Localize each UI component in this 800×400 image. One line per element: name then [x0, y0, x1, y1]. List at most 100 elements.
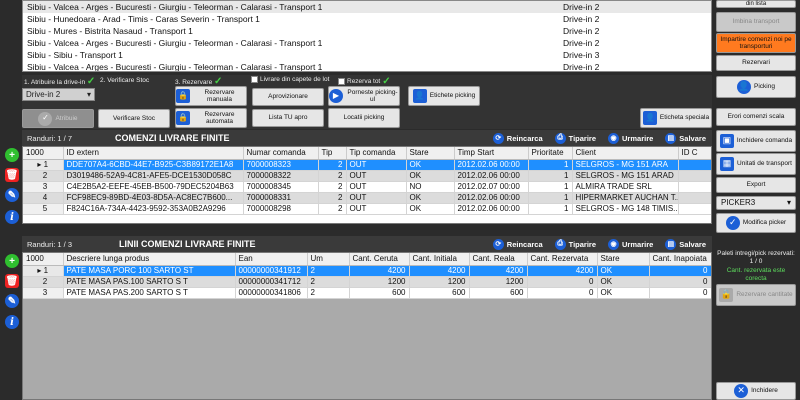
inchidere-comanda-label: Inchidere comanda [736, 137, 793, 145]
table-row[interactable]: 2 PATE MASA PAS.100 SARTO S T 000000003417… [23, 276, 711, 288]
column-header[interactable]: Descriere lunga produs [63, 253, 236, 266]
column-header[interactable]: Cant. Rezervata [527, 253, 598, 266]
edit-line-icon[interactable]: ✎ [5, 294, 19, 308]
column-header[interactable]: ID extern [63, 147, 244, 160]
column-header[interactable]: Cant. Initiala [409, 253, 470, 266]
rezervare-manuala-button[interactable]: 🔒 Rezervare manuala [175, 86, 247, 106]
column-header[interactable]: Tip comanda [346, 147, 407, 160]
cell-idc [678, 170, 711, 182]
rezervari-button[interactable]: Rezervari [716, 55, 796, 71]
cell-id: C4E2B5A2-EEFE-45EB-B500-79DEC5204B63 [63, 181, 244, 193]
rezervare-cantitate-label: Rezervare cantitate [736, 291, 793, 299]
modifica-picker-button[interactable]: ✓ Modifica picker [716, 213, 796, 233]
picker-select[interactable]: PICKER3 ▾ [716, 196, 796, 210]
column-header[interactable]: ID C [678, 147, 711, 160]
column-header[interactable]: Tip [318, 147, 347, 160]
column-header[interactable]: 1000 [23, 253, 64, 266]
cell-id: D3019486-52A9-4C81-AFE5-DCE1530D058C [63, 170, 244, 182]
drive-in-select[interactable]: Drive-in 2 ▾ [22, 88, 95, 101]
inchidere-comanda-button[interactable]: ▣ Inchidere comanda [716, 130, 796, 152]
table-row[interactable]: 4 FCF98EC9-89BD-4E03-8D5A-AC8EC7B600... 70… [23, 192, 711, 204]
aprovizionare-button[interactable]: Aprovizionare [252, 88, 324, 106]
column-header[interactable]: Stare [597, 253, 650, 266]
rezervare-automata-button[interactable]: 🔒 Rezervare automata [175, 108, 247, 128]
lines-grid[interactable]: 1000 Descriere lunga produs Ean Um Cant. Cer… [22, 252, 712, 400]
column-header[interactable]: Ean [235, 253, 308, 266]
table-row[interactable]: ▸ 1 PATE MASA PORC 100 SARTO ST 0000000034… [23, 265, 711, 277]
column-header[interactable]: Cant. Reala [469, 253, 528, 266]
atribuie-button[interactable]: ✓ Atribuie [22, 109, 94, 128]
column-header[interactable]: 1000 [23, 147, 64, 160]
edit-order-icon[interactable]: ✎ [5, 188, 19, 202]
route-list[interactable]: Sibiu - Valcea - Arges - Bucuresti - Giu… [22, 0, 712, 72]
table-row[interactable]: 2 D3019486-52A9-4C81-AFE5-DCE1530D058C 700… [23, 170, 711, 182]
cell-nr: 7000008345 [243, 181, 319, 193]
salvare-lines-button[interactable]: ▤ Salvare [665, 238, 706, 250]
route-row[interactable]: Sibiu - Hunedoara - Arad - Timis - Caras… [23, 13, 711, 25]
lista-tu-apro-button[interactable]: Lista TU apro [252, 109, 324, 127]
column-header[interactable]: Cant. Inapoiata [649, 253, 711, 266]
column-header[interactable]: Timp Start [454, 147, 529, 160]
impartire-comenzi-button[interactable]: Impartire comenzi noi pe transporturi [716, 33, 796, 53]
column-header[interactable]: Um [307, 253, 350, 266]
delete-order-icon[interactable]: 🗑 [5, 168, 19, 182]
table-row[interactable]: ▸ 1 DDE707A4-6CBD-44E7-B925-C3B89172E1A8 7… [23, 159, 711, 171]
checkbox-box[interactable] [338, 78, 345, 85]
route-row[interactable]: Sibiu - Valcea - Arges - Bucuresti - Giu… [23, 37, 711, 49]
urmarire-button[interactable]: ◉ Urmarire [608, 132, 653, 144]
route-row[interactable]: Sibiu - Valcea - Arges - Bucuresti - Giu… [23, 61, 711, 71]
etichete-picking-button[interactable]: 👤 Etichete picking [408, 86, 480, 106]
export-button[interactable]: Export [716, 177, 796, 193]
route-row[interactable]: Sibiu - Mures - Bistrita Nasaud - Transp… [23, 25, 711, 37]
erori-comenzi-button[interactable]: Erori comenzi scala [716, 108, 796, 126]
porneste-picking-button[interactable]: ▶ Porneste picking-ul [328, 86, 400, 106]
cell-idc [678, 181, 711, 193]
delete-line-icon[interactable]: 🗑 [5, 274, 19, 288]
user-icon: 👤 [737, 80, 752, 94]
table-row[interactable]: 3 PATE MASA PAS.200 SARTO S T 000000003418… [23, 287, 711, 299]
checkbox-box[interactable] [251, 76, 258, 83]
inchidere-button[interactable]: ✕ Inchidere [716, 382, 796, 400]
reincarca-button[interactable]: ⟳ Reincarca [492, 132, 543, 144]
verificare-stoc-button[interactable]: Verificare Stoc [98, 109, 170, 128]
info-line-icon[interactable]: i [5, 315, 19, 329]
add-line-icon[interactable]: + [5, 254, 19, 268]
reincarca-lines-button[interactable]: ⟳ Reincarca [492, 238, 543, 250]
column-header[interactable]: Stare [406, 147, 455, 160]
cant-status: Cant. rezervata este corecta [726, 266, 786, 283]
cell-rh: 4 [23, 192, 64, 204]
orders-grid[interactable]: 1000 ID extern Numar comanda Tip Tip comanda… [22, 146, 712, 224]
column-header[interactable]: Cant. Ceruta [349, 253, 410, 266]
route-row[interactable]: Sibiu - Sibiu - Transport 1 Drive-in 3 [23, 49, 711, 61]
picking-button[interactable]: 👤 Picking [716, 76, 796, 98]
tiparire-button[interactable]: ⎙ Tiparire [554, 132, 596, 144]
livrare-din-capete-checkbox[interactable]: Livrare din capete de lot [251, 76, 329, 83]
route-row[interactable]: Sibiu - Valcea - Arges - Bucuresti - Giu… [23, 1, 711, 13]
cell-tip: 2 [318, 159, 347, 171]
salvare-button[interactable]: ▤ Salvare [665, 132, 706, 144]
din-lista-button[interactable]: din lista [716, 0, 796, 8]
add-order-icon[interactable]: + [5, 148, 19, 162]
check-icon: ✓ [86, 76, 96, 87]
locatii-picking-button[interactable]: Locatii picking [328, 108, 400, 128]
track-icon: ◉ [608, 238, 620, 250]
column-header[interactable]: Cant. Lips [711, 253, 712, 265]
imbina-transport-button[interactable]: Imbina transport [716, 12, 796, 32]
user-icon: 👤 [642, 111, 657, 125]
urmarire-lines-button[interactable]: ◉ Urmarire [608, 238, 653, 250]
tiparire-lines-button[interactable]: ⎙ Tiparire [554, 238, 596, 250]
table-row[interactable]: 3 C4E2B5A2-EEFE-45EB-B500-79DEC5204B63 700… [23, 181, 711, 193]
column-header[interactable]: Numar comanda [243, 147, 319, 160]
rezervare-cantitate-button[interactable]: 🔒 Rezervare cantitate [716, 284, 796, 306]
cell-reala: 1200 [469, 276, 528, 288]
info-order-icon[interactable]: i [5, 210, 19, 224]
track-icon: ◉ [608, 132, 620, 144]
cell-desc: PATE MASA PAS.100 SARTO S T [63, 276, 236, 288]
column-header[interactable]: Client [572, 147, 679, 160]
eticheta-speciala-button[interactable]: 👤 Eticheta speciala [640, 108, 712, 128]
column-header[interactable]: Prioritate [528, 147, 573, 160]
orders-rows-label: Randuri: 1 / 7 [27, 133, 73, 143]
unitati-transport-button[interactable]: ▦ Unitati de transport [716, 153, 796, 175]
table-row[interactable]: 5 F824C16A-734A-4423-9592-353A0B2A9296 700… [23, 203, 711, 215]
lock-icon: 🔒 [176, 89, 190, 103]
